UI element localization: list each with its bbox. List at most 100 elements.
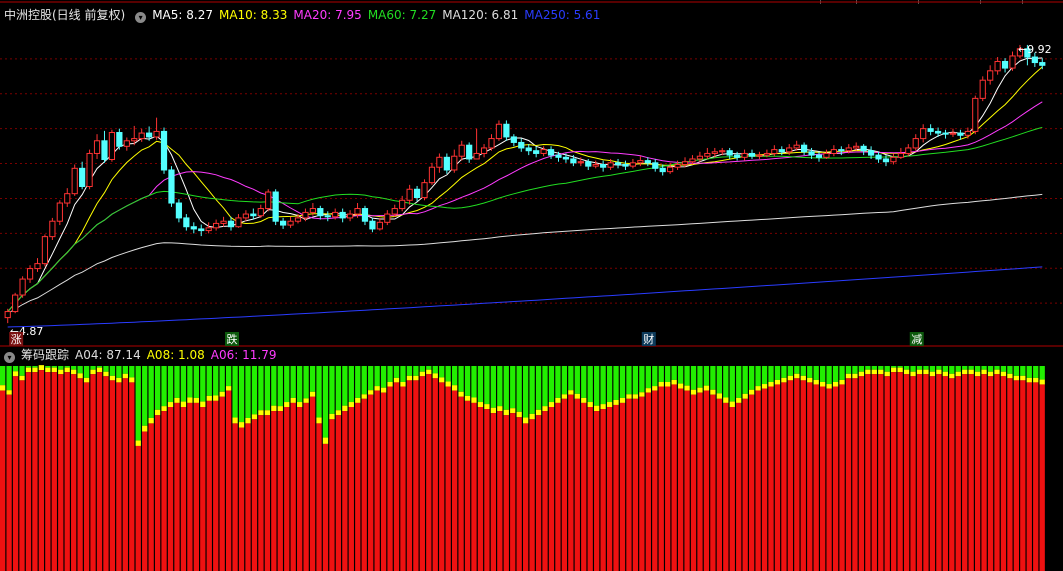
chip-bar-red: [251, 419, 258, 571]
candle: [734, 154, 741, 158]
chip-bar-red: [568, 394, 574, 571]
chip-bar-yellow: [393, 377, 400, 383]
chip-bar-red: [426, 374, 432, 571]
chip-bar-green: [1020, 366, 1026, 376]
candle: [257, 208, 264, 217]
chip-bar-green: [684, 366, 690, 386]
chip-bar-green: [871, 366, 877, 370]
chip-bar-red: [38, 370, 45, 571]
chip-bar-green: [355, 366, 361, 398]
chip-bar-yellow: [342, 405, 348, 412]
chip-bar-yellow: [303, 398, 309, 403]
chip-bar-green: [510, 366, 516, 409]
chip-bar-yellow: [206, 395, 212, 401]
chip-bar-yellow: [251, 414, 258, 420]
chip-bar-yellow: [891, 367, 897, 373]
chip-bar-green: [974, 366, 981, 372]
ma60-value: MA60: 7.27: [367, 8, 437, 22]
candle: [614, 162, 622, 165]
candle: [957, 132, 964, 136]
chip-bar-red: [258, 415, 264, 571]
chip-bar-red: [716, 398, 722, 571]
chip-bar-green: [477, 366, 484, 403]
chip-bar-red: [677, 388, 684, 571]
chip-bar-green: [400, 366, 406, 382]
chip-bar-yellow: [445, 381, 451, 387]
price-and-chip-chart[interactable]: ←4.87←9.92涨跌财减预: [0, 0, 1063, 571]
chip-bar-green: [393, 366, 400, 378]
chip-bar-green: [497, 366, 503, 407]
chip-bar-yellow: [200, 401, 206, 407]
chip-bar-red: [439, 382, 445, 571]
chip-bar-red: [129, 382, 135, 571]
chip-bar-red: [1000, 376, 1007, 571]
chevron-down-icon[interactable]: [135, 12, 147, 23]
candle: [79, 167, 86, 188]
chip-bar-yellow: [368, 390, 374, 395]
candle: [26, 268, 34, 280]
candle: [287, 220, 294, 226]
chip-bar-green: [994, 366, 1000, 370]
chip-bar-yellow: [974, 371, 981, 377]
chip-bar-yellow: [116, 377, 122, 383]
chip-bar-red: [510, 413, 516, 571]
chip-bar-yellow: [309, 391, 316, 397]
chip-bar-yellow: [432, 373, 438, 379]
chip-bar-red: [1007, 378, 1013, 571]
chip-bar-yellow: [1039, 379, 1045, 385]
chip-bar-yellow: [167, 402, 174, 407]
chip-bar-green: [981, 366, 987, 370]
candle: [704, 152, 711, 157]
chip-bar-yellow: [58, 369, 64, 375]
chip-bar-yellow: [32, 367, 38, 373]
chip-bar-red: [497, 411, 503, 571]
chip-bar-green: [142, 366, 148, 426]
chip-bar-green: [1039, 366, 1045, 380]
chip-bar-green: [103, 366, 109, 372]
chip-bar-green: [955, 366, 961, 372]
chip-bar-yellow: [1000, 371, 1007, 377]
candle: [280, 220, 287, 226]
candle: [711, 151, 718, 154]
candle: [600, 163, 607, 168]
chip-bar-green: [781, 366, 787, 378]
event-marker-label: 减: [911, 333, 922, 346]
chip-bar-yellow: [820, 381, 826, 387]
chip-bar-green: [71, 366, 77, 370]
candle: [488, 138, 495, 149]
event-marker-label: 财: [643, 332, 654, 346]
chip-bar-yellow: [161, 406, 167, 412]
candle: [369, 220, 376, 230]
chip-bar-yellow: [897, 367, 903, 373]
chip-bar-red: [316, 423, 322, 571]
candle: [681, 161, 689, 165]
chip-bar-yellow: [684, 385, 690, 391]
chip-bar-yellow: [348, 402, 354, 407]
chip-bar-red: [994, 374, 1000, 571]
chevron-down-icon[interactable]: [4, 352, 15, 363]
chip-bar-green: [600, 366, 606, 405]
chip-bar-yellow: [962, 369, 968, 375]
chip-bar-green: [464, 366, 471, 396]
candle: [64, 193, 71, 204]
candle: [473, 152, 480, 160]
candle: [555, 154, 562, 158]
chip-bar-yellow: [826, 384, 832, 389]
chip-bar-red: [380, 392, 387, 571]
chip-bar-green: [432, 366, 438, 374]
candle: [332, 211, 339, 218]
chip-bar-red: [342, 411, 348, 571]
chip-bar-green: [471, 366, 477, 398]
chip-bar-red: [206, 400, 212, 571]
chip-bar-yellow: [555, 397, 561, 403]
chip-bar-red: [581, 402, 587, 571]
chip-bar-green: [419, 366, 425, 372]
chip-bar-yellow: [587, 402, 593, 407]
candle: [399, 199, 406, 210]
chip-bar-red: [987, 376, 994, 571]
chip-bar-green: [884, 366, 890, 372]
candle: [987, 70, 994, 81]
chip-bar-red: [154, 415, 161, 571]
chip-bar-green: [439, 366, 445, 378]
main-chart-header: 中洲控股(日线 前复权) MA5: 8.27 MA10: 8.33 MA20: 7.9…: [0, 6, 606, 24]
